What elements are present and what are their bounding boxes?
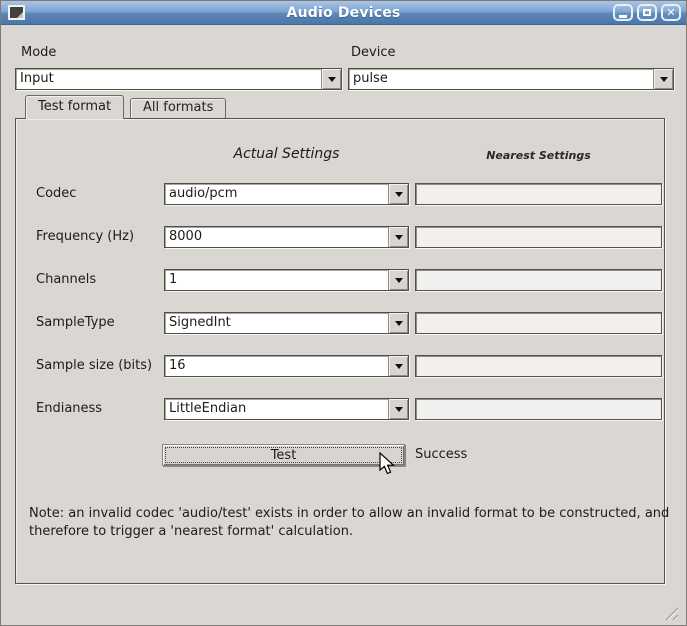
nearest-value-field [415, 312, 662, 334]
row-label: Codec [36, 186, 76, 201]
chevron-down-icon [395, 192, 403, 197]
chevron-down-icon [395, 321, 403, 326]
device-dropdown-button[interactable] [653, 69, 673, 89]
row-dropdown-button[interactable] [388, 356, 408, 376]
nearest-value-field [415, 398, 662, 420]
row-dropdown-button[interactable] [388, 270, 408, 290]
row-combobox[interactable]: audio/pcm [164, 183, 409, 205]
tab-test-format[interactable]: Test format [25, 95, 124, 119]
nearest-value-field [415, 183, 662, 205]
row-combobox-value: LittleEndian [165, 399, 388, 419]
chevron-down-icon [328, 77, 336, 82]
close-button[interactable]: ✕ [661, 4, 681, 21]
resize-grip[interactable] [660, 604, 678, 620]
row-dropdown-button[interactable] [388, 184, 408, 204]
close-icon: ✕ [666, 7, 675, 18]
row-dropdown-button[interactable] [388, 399, 408, 419]
nearest-settings-header: Nearest Settings [415, 149, 662, 162]
window-title: Audio Devices [1, 5, 686, 21]
actual-settings-header: Actual Settings [164, 146, 409, 162]
format-row: Codec audio/pcm [16, 183, 666, 205]
test-button[interactable]: Test [162, 444, 405, 466]
mode-combobox[interactable]: Input [15, 68, 342, 90]
row-combobox-value: 1 [165, 270, 388, 290]
mode-dropdown-button[interactable] [321, 69, 341, 89]
row-combobox-value: 16 [165, 356, 388, 376]
test-status-label: Success [415, 447, 467, 462]
row-combobox-value: 8000 [165, 227, 388, 247]
nearest-value-field [415, 226, 662, 248]
maximize-icon [643, 9, 651, 16]
device-combobox-value: pulse [349, 69, 653, 89]
minimize-button[interactable] [613, 4, 633, 21]
window-controls: ✕ [613, 4, 681, 21]
format-row: Frequency (Hz) 8000 [16, 226, 666, 248]
row-label: SampleType [36, 315, 115, 330]
nearest-value-field [415, 355, 662, 377]
format-row: Channels 1 [16, 269, 666, 291]
row-label: Frequency (Hz) [36, 229, 134, 244]
chevron-down-icon [395, 407, 403, 412]
mode-combobox-value: Input [16, 69, 321, 89]
format-row: SampleType SignedInt [16, 312, 666, 334]
row-combobox-value: SignedInt [165, 313, 388, 333]
format-row: Sample size (bits) 16 [16, 355, 666, 377]
mode-label: Mode [21, 45, 56, 60]
row-combobox[interactable]: 16 [164, 355, 409, 377]
row-label: Endianess [36, 401, 102, 416]
row-combobox-value: audio/pcm [165, 184, 388, 204]
tab-all-formats[interactable]: All formats [130, 98, 226, 118]
chevron-down-icon [395, 364, 403, 369]
chevron-down-icon [395, 278, 403, 283]
format-row: Endianess LittleEndian [16, 398, 666, 420]
row-combobox[interactable]: 8000 [164, 226, 409, 248]
chevron-down-icon [395, 235, 403, 240]
row-combobox[interactable]: LittleEndian [164, 398, 409, 420]
chevron-down-icon [660, 77, 668, 82]
maximize-button[interactable] [637, 4, 657, 21]
window-menu-icon[interactable] [8, 5, 25, 20]
device-combobox[interactable]: pulse [348, 68, 674, 90]
test-format-pane: Actual Settings Nearest Settings Codec a… [15, 118, 665, 584]
mouse-cursor-icon [378, 452, 400, 476]
row-label: Sample size (bits) [36, 358, 152, 373]
row-label: Channels [36, 272, 96, 287]
row-combobox[interactable]: SignedInt [164, 312, 409, 334]
audio-devices-window: Audio Devices ✕ Mode Input Device pulse … [0, 0, 687, 626]
device-label: Device [351, 45, 395, 60]
row-combobox[interactable]: 1 [164, 269, 409, 291]
row-dropdown-button[interactable] [388, 313, 408, 333]
minimize-icon [619, 15, 627, 18]
note-text: Note: an invalid codec 'audio/test' exis… [29, 505, 671, 541]
row-dropdown-button[interactable] [388, 227, 408, 247]
titlebar[interactable]: Audio Devices ✕ [1, 1, 686, 25]
nearest-value-field [415, 269, 662, 291]
